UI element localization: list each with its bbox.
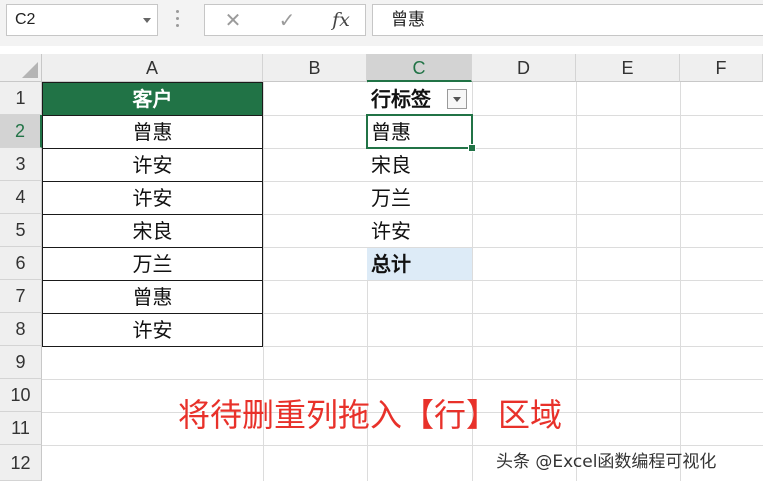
row-header-7[interactable]: 7 (0, 280, 42, 313)
fill-handle[interactable] (468, 144, 476, 152)
filter-dropdown-icon[interactable] (447, 89, 467, 109)
row-header-8[interactable]: 8 (0, 313, 42, 346)
pivot-item[interactable]: 宋良 (367, 149, 472, 181)
row-header-10[interactable]: 10 (0, 379, 42, 412)
row-header-4[interactable]: 4 (0, 181, 42, 214)
gridline (42, 379, 763, 380)
column-header-c[interactable]: C (367, 54, 472, 82)
confirm-icon[interactable]: ✓ (267, 5, 307, 35)
gridline (680, 82, 681, 481)
pivot-item[interactable]: 万兰 (367, 182, 472, 214)
pivot-item[interactable]: 许安 (367, 215, 472, 247)
column-header-d[interactable]: D (472, 54, 576, 82)
formula-buttons: ✕ ✓ fx (204, 4, 366, 36)
drag-handle-icon[interactable] (176, 10, 180, 30)
name-box[interactable]: C2 (6, 4, 158, 36)
cell-a3[interactable]: 许安 (42, 149, 263, 182)
formula-toolbar: C2 ✕ ✓ fx 曾惠 (0, 0, 763, 46)
column-header-f[interactable]: F (680, 54, 763, 82)
spreadsheet-grid: A B C D E F 1 2 3 4 5 6 7 8 9 10 11 12 客… (0, 54, 763, 481)
fx-icon[interactable]: fx (321, 5, 361, 35)
cell-a8[interactable]: 许安 (42, 314, 263, 347)
column-header-e[interactable]: E (576, 54, 680, 82)
watermark: 头条 @Excel函数编程可视化 (496, 452, 717, 472)
cell-a5[interactable]: 宋良 (42, 215, 263, 248)
gridline (576, 82, 577, 481)
cell-a1-header[interactable]: 客户 (42, 82, 263, 116)
gridline (42, 445, 763, 446)
row-header-1[interactable]: 1 (0, 82, 42, 115)
row-header-12[interactable]: 12 (0, 445, 42, 481)
row-header-11[interactable]: 11 (0, 412, 42, 445)
row-header-9[interactable]: 9 (0, 346, 42, 379)
formula-input[interactable]: 曾惠 (372, 4, 763, 36)
annotation-caption: 将待删重列拖入【行】区域 (178, 396, 563, 434)
column-header-b[interactable]: B (263, 54, 367, 82)
pivot-item[interactable]: 曾惠 (367, 116, 472, 148)
cell-a2[interactable]: 曾惠 (42, 116, 263, 149)
cancel-icon[interactable]: ✕ (213, 5, 253, 35)
row-header-5[interactable]: 5 (0, 214, 42, 247)
cell-a7[interactable]: 曾惠 (42, 281, 263, 314)
select-all-icon[interactable] (0, 54, 42, 82)
name-box-value: C2 (15, 11, 36, 28)
row-header-6[interactable]: 6 (0, 247, 42, 280)
dropdown-arrow-icon[interactable] (143, 18, 151, 23)
row-header-2[interactable]: 2 (0, 115, 42, 148)
row-header-3[interactable]: 3 (0, 148, 42, 181)
cell-a6[interactable]: 万兰 (42, 248, 263, 281)
pivot-grand-total[interactable]: 总计 (367, 248, 472, 280)
column-header-a[interactable]: A (42, 54, 263, 82)
cell-a4[interactable]: 许安 (42, 182, 263, 215)
